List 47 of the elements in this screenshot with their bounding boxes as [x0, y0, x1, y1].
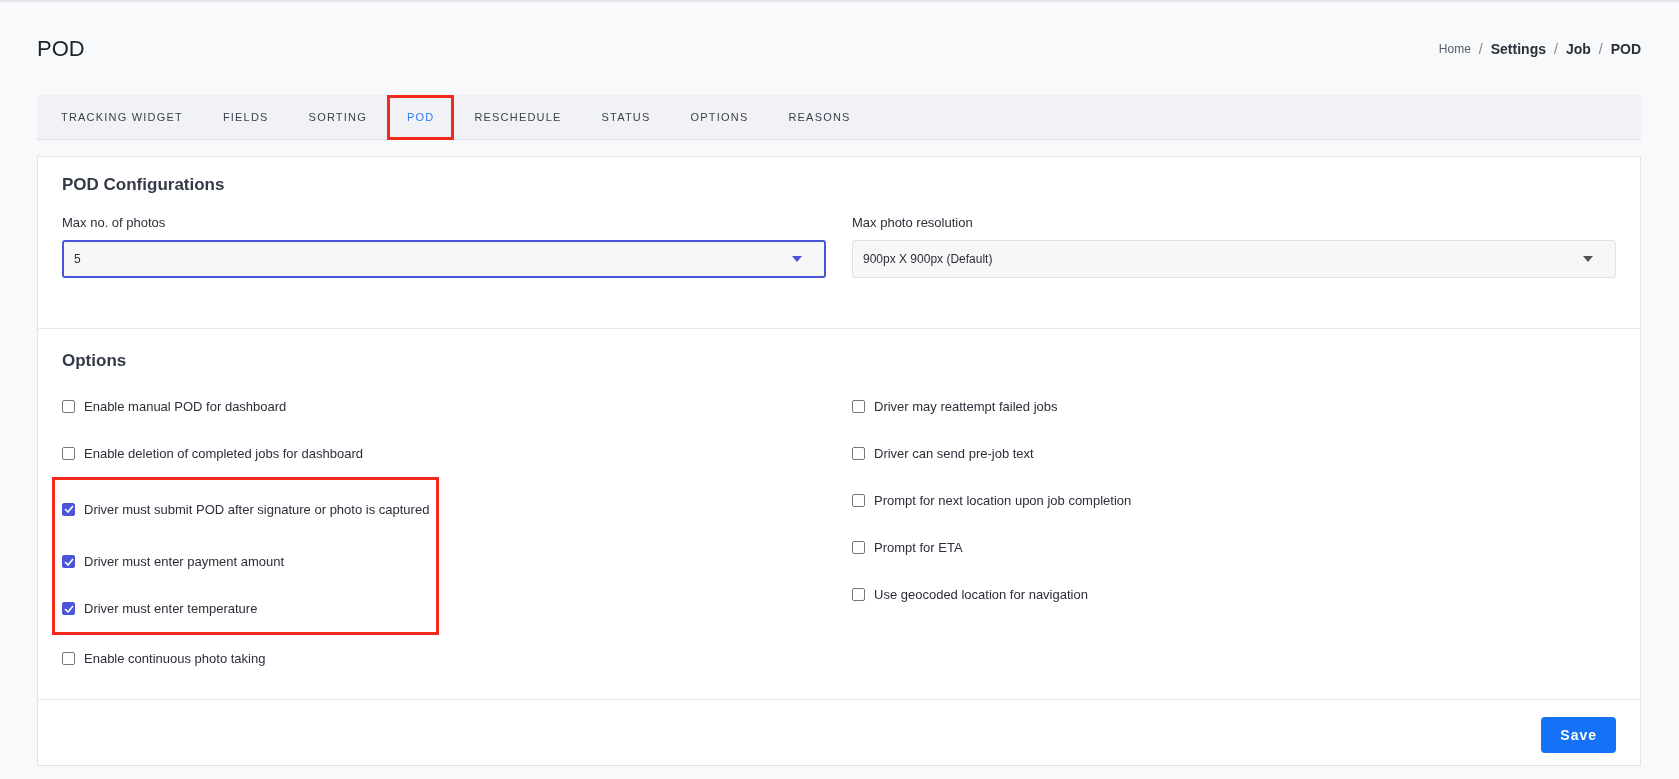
option-label: Enable deletion of completed jobs for dashboard [84, 446, 363, 461]
option-label: Enable continuous photo taking [84, 651, 266, 666]
option-label: Driver must enter temperature [84, 601, 258, 616]
field-label: Max photo resolution [852, 215, 974, 230]
checkbox[interactable] [852, 541, 865, 554]
checkbox[interactable] [62, 400, 75, 413]
option-label: Prompt for next location upon job completion [874, 493, 1132, 508]
checkbox[interactable] [62, 555, 75, 568]
select-field[interactable]: 900px X 900px (Default) [852, 240, 1616, 278]
option-label: Driver may reattempt failed jobs [874, 399, 1058, 414]
tab[interactable]: POD [386, 95, 455, 140]
checkbox[interactable] [62, 602, 75, 615]
breadcrumb-separator: / [1554, 40, 1558, 57]
breadcrumb-link[interactable]: Home [1438, 41, 1471, 56]
option-label: Enable manual POD for dashboard [84, 399, 287, 414]
checkbox[interactable] [62, 502, 75, 516]
save-button[interactable]: Save [1541, 717, 1616, 753]
option-label: Driver must enter payment amount [84, 554, 285, 569]
checkbox[interactable] [852, 400, 865, 413]
checkbox[interactable] [852, 494, 865, 507]
section-title: Options [62, 351, 128, 371]
option-label: Driver must submit POD after signature or photo is captured [84, 501, 430, 517]
option-label: Use geocoded location for navigation [874, 587, 1088, 602]
tab[interactable]: REASONS [768, 95, 871, 140]
select-field[interactable]: 5 [62, 240, 826, 278]
option-label: Driver can send pre-job text [874, 446, 1034, 461]
option-label: Prompt for ETA [874, 540, 963, 555]
checkbox[interactable] [62, 652, 75, 665]
tab[interactable]: RESCHEDULE [454, 95, 582, 140]
tab[interactable]: STATUS [581, 95, 671, 140]
field-label: Max no. of photos [62, 215, 167, 230]
checkbox[interactable] [852, 588, 865, 601]
checkbox[interactable] [852, 447, 865, 460]
breadcrumb-link[interactable]: Settings [1490, 40, 1546, 57]
breadcrumb-separator: / [1598, 40, 1603, 57]
caret-icon [1583, 256, 1593, 262]
caret-icon [792, 256, 802, 262]
page-title: POD [37, 35, 85, 62]
tab[interactable]: TRACKING WIDGET [41, 95, 203, 140]
breadcrumb-link[interactable]: Job [1565, 40, 1591, 57]
section-title: POD Configurations [62, 175, 226, 195]
breadcrumb-separator: / [1478, 40, 1483, 57]
tab[interactable]: FIELDS [202, 95, 289, 140]
checkbox[interactable] [62, 447, 75, 460]
tab[interactable]: SORTING [288, 95, 387, 140]
tab[interactable]: OPTIONS [670, 95, 769, 140]
breadcrumb-link[interactable]: POD [1610, 40, 1641, 57]
